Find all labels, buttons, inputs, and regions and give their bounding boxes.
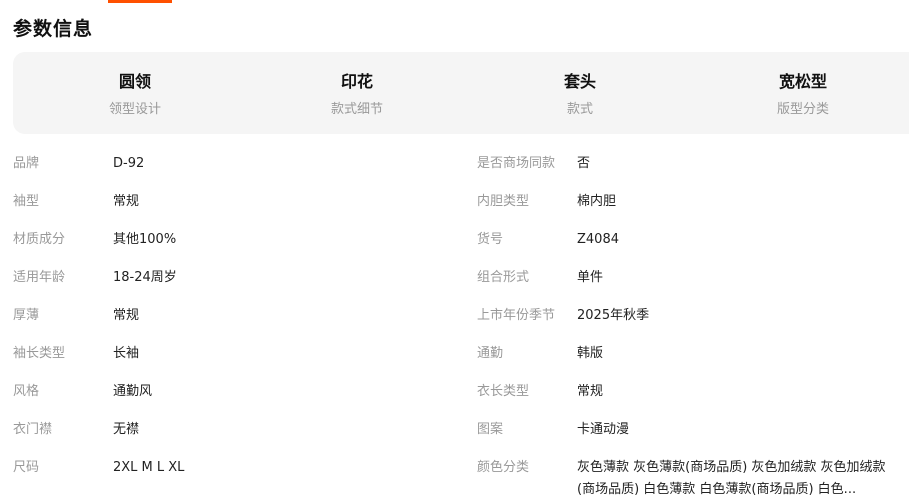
- param-value: 韩版: [577, 346, 604, 361]
- param-row: 风格 通勤风 衣长类型 常规: [0, 381, 909, 403]
- param-row: 材质成分 其他100% 货号 Z4084: [0, 229, 909, 251]
- param-label: 是否商场同款: [477, 156, 556, 171]
- param-value: 2XL M L XL: [113, 460, 185, 475]
- param-label: 图案: [477, 422, 504, 437]
- param-row: 袖型 常规 内胆类型 棉内胆: [0, 191, 909, 213]
- param-row: 适用年龄 18-24周岁 组合形式 单件: [0, 267, 909, 289]
- param-value: 通勤风: [113, 384, 153, 399]
- param-label: 厚薄: [13, 308, 40, 323]
- param-label: 风格: [13, 384, 40, 399]
- param-label: 颜色分类: [477, 460, 530, 475]
- param-value: D-92: [113, 156, 145, 171]
- param-label: 袖长类型: [13, 346, 66, 361]
- param-value-color-options: 灰色薄款 灰色薄款(商场品质) 灰色加绒款 灰色加绒款(商场品质) 白色薄款 白…: [577, 460, 886, 497]
- param-label: 材质成分: [13, 232, 66, 247]
- param-value: 常规: [113, 194, 140, 209]
- param-value: 18-24周岁: [113, 270, 177, 285]
- param-label: 袖型: [13, 194, 40, 209]
- param-label: 上市年份季节: [477, 308, 556, 323]
- param-value: 无襟: [113, 422, 140, 437]
- param-value: 常规: [577, 384, 604, 399]
- param-value: 2025年秋季: [577, 308, 650, 323]
- param-row: 衣门襟 无襟 图案 卡通动漫: [0, 419, 909, 441]
- param-row: 品牌 D-92 是否商场同款 否: [0, 153, 909, 175]
- param-label: 组合形式: [477, 270, 530, 285]
- param-value: Z4084: [577, 232, 619, 247]
- param-label: 适用年龄: [13, 270, 66, 285]
- param-label: 衣长类型: [477, 384, 530, 399]
- param-row: 袖长类型 长袖 通勤 韩版: [0, 343, 909, 365]
- param-label: 衣门襟: [13, 422, 53, 437]
- param-value: 否: [577, 156, 591, 171]
- param-label: 品牌: [13, 156, 40, 171]
- param-value: 长袖: [113, 346, 140, 361]
- parameter-list: 品牌 D-92 是否商场同款 否 袖型 常规 内胆类型 棉内胆 材质成分 其他1…: [0, 0, 909, 504]
- param-label: 货号: [477, 232, 504, 247]
- param-value: 常规: [113, 308, 140, 323]
- param-value: 单件: [577, 270, 604, 285]
- param-value: 其他100%: [113, 232, 177, 247]
- param-label: 尺码: [13, 460, 40, 475]
- param-value: 棉内胆: [577, 194, 617, 209]
- param-row: 尺码 2XL M L XL 颜色分类 灰色薄款 灰色薄款(商场品质) 灰色加绒款…: [0, 457, 909, 501]
- param-value: 卡通动漫: [577, 422, 630, 437]
- param-label: 通勤: [477, 346, 504, 361]
- param-label: 内胆类型: [477, 194, 530, 209]
- param-row: 厚薄 常规 上市年份季节 2025年秋季: [0, 305, 909, 327]
